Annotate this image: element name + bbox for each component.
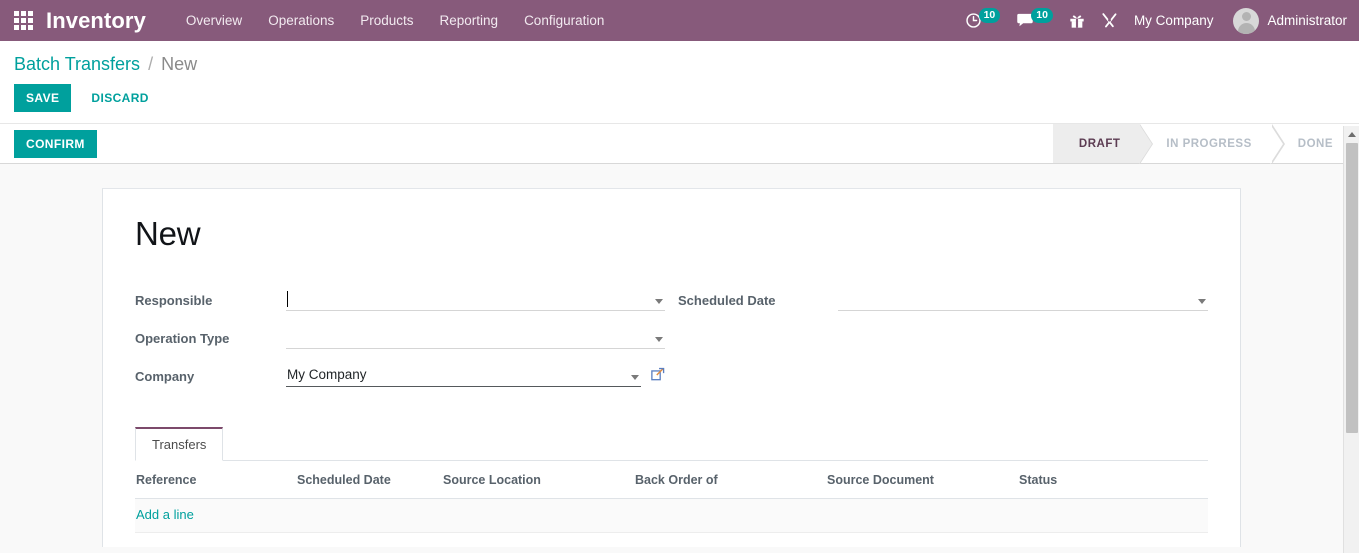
menu-item-reporting[interactable]: Reporting — [440, 13, 499, 28]
chevron-down-icon[interactable] — [655, 337, 663, 342]
apps-grid-icon — [13, 11, 33, 30]
user-menu-button[interactable]: Administrator — [1233, 7, 1347, 34]
app-brand-title[interactable]: Inventory — [46, 8, 146, 34]
table-header-row: Reference Scheduled Date Source Location… — [135, 461, 1208, 499]
tab-transfers[interactable]: Transfers — [135, 427, 224, 461]
breadcrumb-bar: Batch Transfers / New — [0, 41, 1359, 75]
activities-count-badge: 10 — [978, 8, 1001, 23]
form-fields-grid: Responsible Operation Type Company My Co… — [135, 286, 1208, 400]
breadcrumb-separator: / — [148, 54, 154, 74]
chevron-down-icon[interactable] — [655, 299, 663, 304]
menu-item-configuration[interactable]: Configuration — [524, 13, 604, 28]
notebook-tabs: Transfers — [135, 427, 1208, 461]
responsible-input[interactable] — [286, 289, 665, 311]
scheduled-date-input[interactable] — [838, 289, 1208, 311]
discard-button[interactable]: DISCARD — [89, 84, 150, 112]
menu-item-operations[interactable]: Operations — [268, 13, 334, 28]
field-scheduled-date: Scheduled Date — [678, 286, 1208, 311]
main-menu: Overview Operations Products Reporting C… — [186, 13, 604, 28]
column-header-scheduled-date[interactable]: Scheduled Date — [297, 461, 443, 499]
field-operation-type: Operation Type — [135, 324, 665, 349]
table-empty-row — [135, 532, 1208, 547]
gift-menu-button[interactable] — [1069, 13, 1085, 29]
column-header-back-order-of[interactable]: Back Order of — [635, 461, 827, 499]
transfers-list-table: Reference Scheduled Date Source Location… — [135, 461, 1208, 547]
developer-tools-button[interactable] — [1101, 12, 1118, 29]
field-label-company: Company — [135, 369, 195, 384]
add-line-cell: Add a line — [135, 498, 1208, 533]
breadcrumb-root-link[interactable]: Batch Transfers — [14, 54, 140, 74]
user-avatar-icon — [1233, 7, 1260, 34]
notebook: Transfers Reference Scheduled Date Sourc… — [135, 427, 1208, 547]
apps-menu-button[interactable] — [0, 0, 46, 41]
gift-icon — [1069, 13, 1085, 29]
operation-type-input[interactable] — [286, 327, 665, 349]
breadcrumb: Batch Transfers / New — [14, 54, 1359, 75]
wrench-tools-icon — [1101, 12, 1118, 29]
text-cursor — [287, 291, 288, 307]
save-button[interactable]: SAVE — [14, 84, 72, 112]
status-step-draft[interactable]: DRAFT — [1052, 124, 1154, 164]
table-body: Add a line — [135, 498, 1208, 547]
company-input[interactable]: My Company — [286, 365, 641, 387]
top-navbar: Inventory Overview Operations Products R… — [0, 0, 1359, 41]
status-pipeline: DRAFT IN PROGRESS DONE — [1052, 124, 1359, 164]
add-line-row: Add a line — [135, 498, 1208, 533]
table-header: Reference Scheduled Date Source Location… — [135, 461, 1208, 499]
field-label-scheduled-date: Scheduled Date — [678, 293, 776, 308]
form-page-area: New Responsible Operation Type Company M… — [0, 164, 1359, 547]
control-bar: CONFIRM DRAFT IN PROGRESS DONE — [0, 123, 1359, 164]
column-header-source-location[interactable]: Source Location — [443, 461, 635, 499]
confirm-button[interactable]: CONFIRM — [14, 129, 97, 158]
scrollbar-thumb[interactable] — [1346, 143, 1358, 433]
status-step-in-progress[interactable]: IN PROGRESS — [1140, 124, 1286, 164]
column-header-status[interactable]: Status — [1019, 461, 1208, 499]
chevron-up-icon — [1347, 132, 1356, 137]
field-label-operation-type: Operation Type — [135, 331, 230, 346]
user-name-label: Administrator — [1267, 13, 1347, 28]
vertical-scrollbar[interactable] — [1343, 126, 1359, 553]
form-column-left: Responsible Operation Type Company My Co… — [135, 286, 665, 400]
menu-item-products[interactable]: Products — [360, 13, 413, 28]
field-label-responsible: Responsible — [135, 293, 213, 308]
form-sheet: New Responsible Operation Type Company M… — [102, 188, 1241, 547]
add-a-line-link[interactable]: Add a line — [136, 507, 194, 522]
scroll-up-button[interactable] — [1344, 126, 1359, 143]
company-value: My Company — [287, 367, 367, 382]
company-switcher[interactable]: My Company — [1134, 13, 1214, 28]
activities-menu-button[interactable]: 10 — [965, 8, 1001, 29]
external-link-icon[interactable] — [651, 367, 665, 386]
navbar-systray: 10 10 My Company Administrator — [965, 7, 1347, 34]
chevron-down-icon[interactable] — [631, 375, 639, 380]
column-header-reference[interactable]: Reference — [135, 461, 297, 499]
messages-count-badge: 10 — [1031, 8, 1053, 23]
chevron-down-icon[interactable] — [1198, 299, 1206, 304]
field-company: Company My Company — [135, 362, 665, 387]
page-title: New — [135, 215, 201, 252]
record-action-bar: SAVE DISCARD — [0, 75, 1359, 123]
breadcrumb-current: New — [161, 54, 198, 74]
column-header-source-document[interactable]: Source Document — [827, 461, 1019, 499]
messages-menu-button[interactable]: 10 — [1016, 8, 1053, 29]
field-responsible: Responsible — [135, 286, 665, 311]
form-column-right: Scheduled Date — [678, 286, 1208, 400]
menu-item-overview[interactable]: Overview — [186, 13, 242, 28]
